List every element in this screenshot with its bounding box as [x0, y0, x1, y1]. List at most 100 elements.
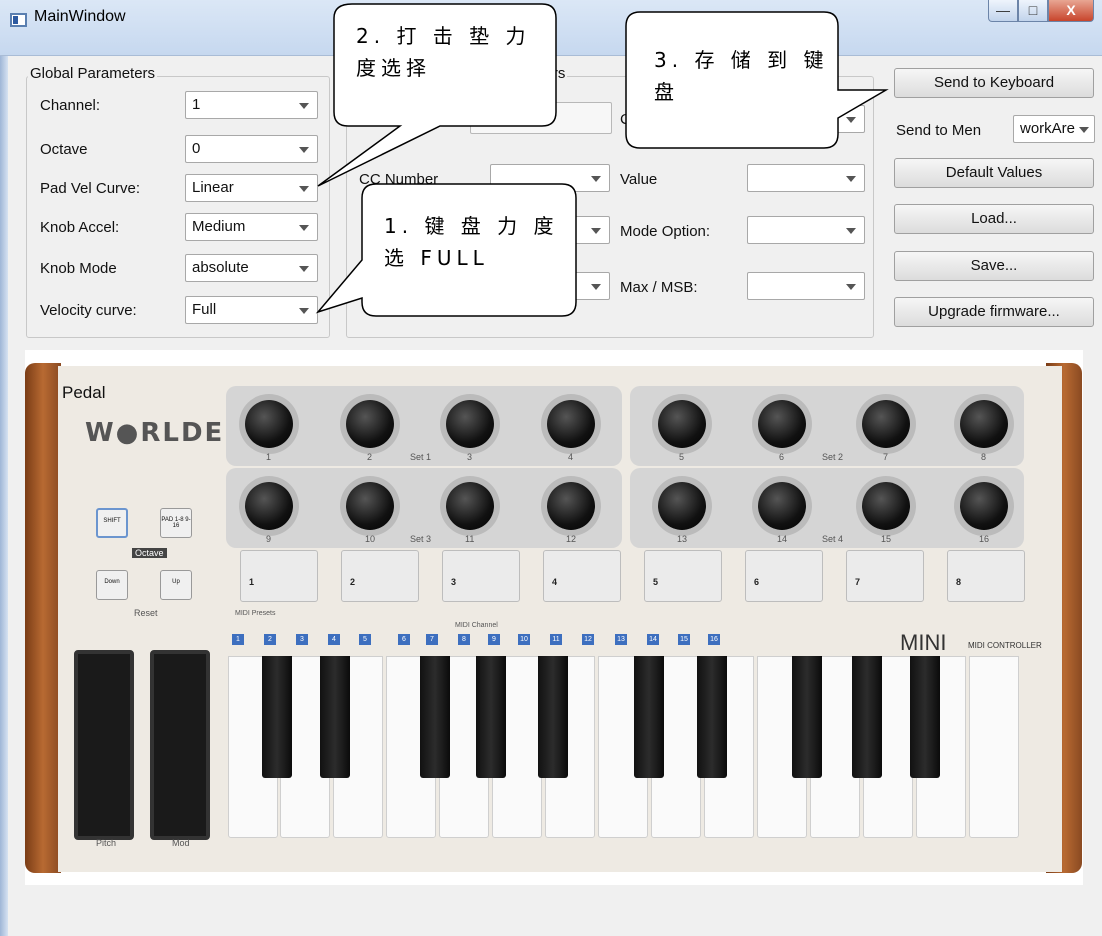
midi-channel-indicator: 5: [359, 634, 371, 645]
maximize-button[interactable]: □: [1018, 0, 1048, 22]
global-parameters-title: Global Parameters: [28, 65, 158, 82]
pad-7: 7: [846, 550, 924, 602]
send-to-keyboard-button[interactable]: Send to Keyboard: [894, 68, 1094, 98]
pedal-label: Pedal: [62, 383, 106, 402]
pad-vel-curve-select[interactable]: Linear: [185, 174, 318, 202]
load-button[interactable]: Load...: [894, 204, 1094, 234]
midi-channel-indicator: 13: [615, 634, 627, 645]
model-name: MINI: [900, 630, 947, 655]
knob-number: 2: [367, 452, 373, 462]
left-wood-side: [25, 363, 61, 873]
knob-number: 4: [568, 452, 574, 462]
velocity-curve-select[interactable]: Full: [185, 296, 318, 324]
title-bar: MainWindow — □ X: [0, 0, 1102, 56]
reset-label: Reset: [134, 608, 158, 618]
pad-5: 5: [644, 550, 722, 602]
chevron-down-icon: [846, 284, 856, 290]
send-to-mem-value: workAre: [1020, 120, 1076, 137]
chevron-down-icon: [299, 186, 309, 192]
pad-bank-button: PAD 1-8 9-16: [160, 508, 192, 538]
knob-7: [862, 400, 910, 448]
min-lsb-select[interactable]: [570, 272, 610, 300]
knob-number: 6: [779, 452, 785, 462]
black-key: [262, 656, 292, 778]
default-values-button[interactable]: Default Values: [894, 158, 1094, 188]
max-msb-select[interactable]: [747, 272, 865, 300]
knob-number: 16: [979, 534, 990, 544]
value-select[interactable]: [747, 164, 865, 192]
control-parameters-title: eters: [530, 65, 568, 82]
octave-label: Octave: [40, 141, 88, 158]
pad-1: 1: [240, 550, 318, 602]
knob-9: [245, 482, 293, 530]
pitch-strip: [74, 650, 134, 840]
knob-number: 8: [981, 452, 987, 462]
knob-5: [658, 400, 706, 448]
control-type-select[interactable]: [835, 105, 865, 133]
mode-option-select[interactable]: [747, 216, 865, 244]
callout-2-line2: 度选择: [356, 56, 431, 80]
knob-13: [658, 482, 706, 530]
pitch-label: Pitch: [96, 838, 117, 848]
knob-number: 12: [566, 534, 577, 544]
set-1-label: Set 1: [410, 452, 432, 462]
midi-channel-indicator: 14: [647, 634, 659, 645]
knob-number: 10: [365, 534, 376, 544]
midi-channel-indicator: 9: [488, 634, 500, 645]
callout-3-line2: 盘: [654, 80, 679, 104]
knob-number: 13: [677, 534, 688, 544]
worlde-logo: W●RLDE: [85, 418, 225, 448]
black-key: [476, 656, 506, 778]
control-type-label: C: [620, 111, 631, 128]
black-key: [852, 656, 882, 778]
send-to-mem-label: Send to Men: [896, 122, 982, 139]
knob-number: 3: [467, 452, 473, 462]
midi-channel-indicator: 1: [232, 634, 244, 645]
channel-value: 1: [192, 96, 201, 113]
black-key: [910, 656, 940, 778]
send-to-mem-select[interactable]: workAre: [1013, 115, 1095, 143]
channel-select[interactable]: 1: [185, 91, 318, 119]
chevron-down-icon: [299, 147, 309, 153]
knob-12: [547, 482, 595, 530]
knob-number: 5: [679, 452, 685, 462]
midi-channel-indicator: 6: [398, 634, 410, 645]
save-button[interactable]: Save...: [894, 251, 1094, 281]
chevron-down-icon: [299, 103, 309, 109]
octave-up-button: Up: [160, 570, 192, 600]
cc-number-select[interactable]: [490, 164, 610, 192]
pad-8: 8: [947, 550, 1025, 602]
control-name-field[interactable]: [470, 102, 612, 134]
set-2-label: Set 2: [822, 452, 844, 462]
midi-channel-indicator: 8: [458, 634, 470, 645]
set-4-label: Set 4: [822, 534, 844, 544]
shift-button: SHIFT: [96, 508, 128, 538]
mode-option-label: Mode Option:: [620, 223, 711, 240]
velocity-curve-value: Full: [192, 301, 217, 318]
set-3-label: Set 3: [410, 534, 432, 544]
pad-6: 6: [745, 550, 823, 602]
knob-mode-value: absolute: [192, 259, 249, 276]
knob-mode-select[interactable]: absolute: [185, 254, 318, 282]
knob-accel-select[interactable]: Medium: [185, 213, 318, 241]
midi-channel-indicator: 3: [296, 634, 308, 645]
minimize-button[interactable]: —: [988, 0, 1018, 22]
chevron-down-icon: [591, 228, 601, 234]
chevron-down-icon: [299, 266, 309, 272]
midi-channel-indicator: 12: [582, 634, 594, 645]
octave-down-button: Down: [96, 570, 128, 600]
black-key: [634, 656, 664, 778]
chevron-down-icon: [591, 284, 601, 290]
knob-mode-label: Knob Mode: [40, 260, 117, 277]
upgrade-firmware-button[interactable]: Upgrade firmware...: [894, 297, 1094, 327]
close-button[interactable]: X: [1048, 0, 1094, 22]
knob-number: 11: [465, 534, 475, 544]
midi-channel-indicator: 11: [550, 634, 562, 645]
midi-channel-label: MIDI Channel: [455, 622, 498, 629]
octave-value: 0: [192, 140, 201, 157]
velocity-curve-label: Velocity curve:: [40, 302, 137, 319]
midi-channel-indicator: 2: [264, 634, 276, 645]
mode-select[interactable]: [570, 216, 610, 244]
octave-select[interactable]: 0: [185, 135, 318, 163]
knob-4: [547, 400, 595, 448]
